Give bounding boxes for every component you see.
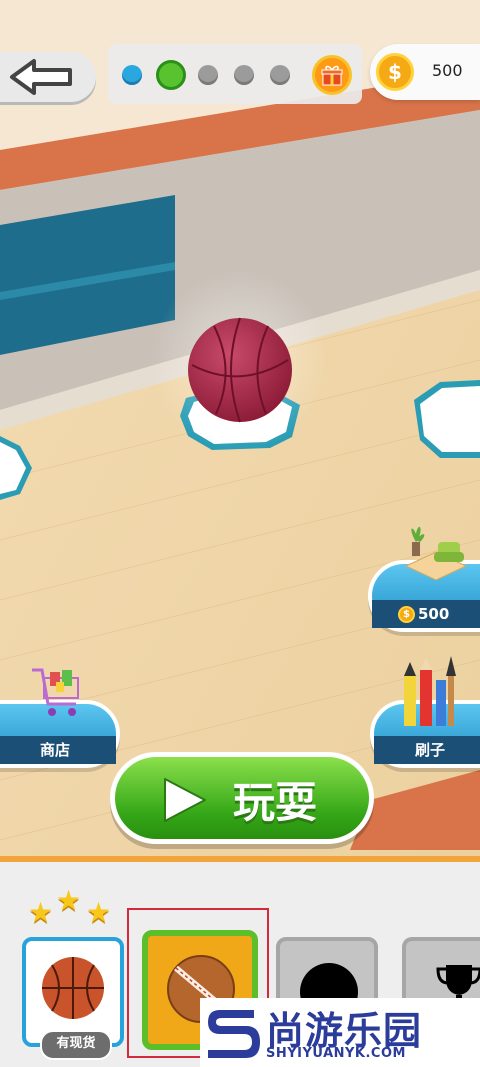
play-button[interactable]: 玩耍 bbox=[110, 752, 374, 844]
progress-dot-locked bbox=[234, 65, 254, 85]
progress-dot-current bbox=[156, 60, 186, 90]
progress-dot-locked bbox=[198, 65, 218, 85]
watermark-url: SHYIYUANYK.COM bbox=[266, 1046, 406, 1061]
level-progress bbox=[108, 44, 362, 104]
watermark: 尚游乐园 SHYIYUANYK.COM bbox=[200, 998, 480, 1067]
progress-dot-completed bbox=[122, 65, 142, 85]
brush-button[interactable]: 刷子 bbox=[370, 656, 480, 768]
play-icon bbox=[164, 778, 206, 822]
watermark-logo-icon bbox=[208, 1010, 260, 1058]
coin-icon: $ bbox=[398, 606, 415, 623]
shop-button[interactable]: 商店 bbox=[0, 668, 120, 768]
star-icon: ★ bbox=[86, 896, 112, 929]
basketball-icon bbox=[42, 957, 104, 1019]
back-arrow-icon bbox=[10, 59, 72, 95]
room-upgrade-button[interactable]: $ 500 bbox=[368, 526, 480, 632]
play-button-label: 玩耍 bbox=[233, 778, 318, 827]
room-decor-icon bbox=[404, 526, 468, 581]
progress-dot-locked bbox=[270, 65, 290, 85]
gift-icon[interactable] bbox=[312, 55, 352, 95]
brush-button-label: 刷子 bbox=[374, 736, 480, 764]
shopping-cart-icon bbox=[32, 668, 79, 716]
room-upgrade-price-bar: $ 500 bbox=[372, 600, 480, 628]
star-icon: ★ bbox=[28, 896, 54, 929]
paint-brushes-icon bbox=[404, 656, 456, 726]
coin-counter: $ 500 bbox=[370, 44, 480, 100]
coin-icon: $ bbox=[376, 53, 414, 91]
shop-button-label: 商店 bbox=[0, 736, 116, 764]
back-button[interactable] bbox=[0, 52, 96, 102]
star-icon: ★ bbox=[56, 884, 82, 917]
in-stock-badge: 有现货 bbox=[40, 1030, 112, 1060]
coin-amount: 500 bbox=[432, 61, 463, 80]
gift-box-icon bbox=[321, 65, 343, 86]
room-upgrade-price: 500 bbox=[418, 605, 450, 623]
